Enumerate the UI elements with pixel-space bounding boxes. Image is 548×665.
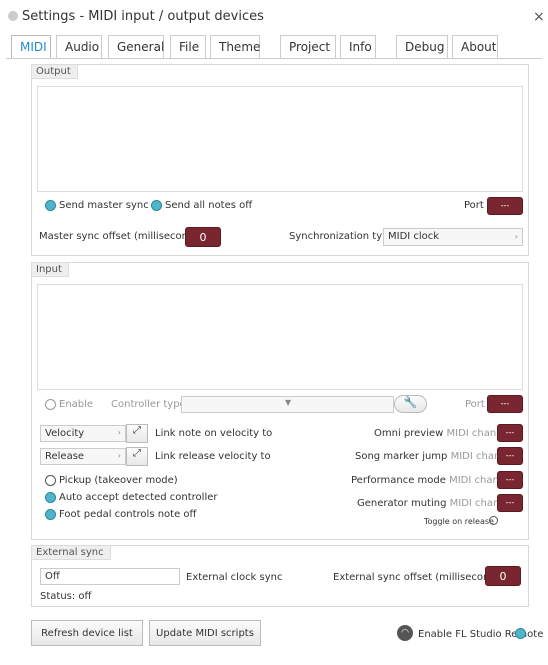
link-note-button[interactable]: ⤢: [126, 424, 148, 443]
tab-theme[interactable]: Theme: [210, 35, 260, 59]
tab-about[interactable]: About: [452, 35, 498, 59]
release-select[interactable]: Release ›: [40, 448, 126, 465]
dropdown-arrow-icon: ▼: [285, 398, 292, 407]
sync-type-label: Synchronization type: [289, 231, 395, 242]
tab-file[interactable]: File: [170, 35, 206, 59]
send-master-sync-radio[interactable]: [45, 200, 56, 211]
pickup-radio[interactable]: [45, 475, 56, 486]
external-clock-select[interactable]: Off: [40, 568, 180, 585]
output-device-list[interactable]: [37, 86, 523, 192]
link-release-button[interactable]: ⤢: [126, 447, 148, 466]
enable-remote-radio[interactable]: [515, 628, 526, 639]
omni-preview-channel[interactable]: ---: [497, 424, 523, 442]
tab-project[interactable]: Project: [280, 35, 336, 59]
chevron-right-icon: ›: [117, 428, 121, 437]
close-button[interactable]: ×: [533, 9, 545, 25]
output-port-label: Port: [464, 200, 484, 211]
tab-divider: [6, 58, 542, 59]
performance-mode-label: Performance mode MIDI channel: [351, 475, 515, 486]
app-icon: [8, 11, 18, 21]
master-sync-offset-label: Master sync offset (milliseconds): [39, 231, 204, 242]
output-port-selector[interactable]: ---: [487, 197, 523, 215]
remote-wifi-icon: ◠: [397, 625, 413, 641]
wrench-icon: 🔧: [403, 396, 418, 409]
input-label: Input: [31, 262, 69, 277]
tab-info[interactable]: Info: [340, 35, 376, 59]
auto-accept-radio[interactable]: [45, 492, 56, 503]
tab-debug[interactable]: Debug: [396, 35, 448, 59]
controller-type-select[interactable]: ▼: [181, 396, 394, 413]
external-sync-status: Status: off: [40, 591, 92, 602]
link-icon: ⤢: [133, 425, 141, 436]
window-title: Settings - MIDI input / output devices: [22, 9, 264, 24]
external-sync-offset-knob[interactable]: 0: [485, 566, 521, 586]
tab-general[interactable]: General: [108, 35, 164, 59]
foot-pedal-radio[interactable]: [45, 509, 56, 520]
input-port-selector[interactable]: ---: [487, 395, 523, 413]
send-all-notes-off-radio[interactable]: [151, 200, 162, 211]
tab-audio[interactable]: Audio: [56, 35, 102, 59]
song-marker-jump-label: Song marker jump MIDI channel: [355, 451, 516, 462]
toggle-on-release-radio[interactable]: [489, 516, 498, 525]
refresh-device-list-button[interactable]: Refresh device list: [31, 620, 143, 646]
song-marker-jump-channel[interactable]: ---: [497, 447, 523, 465]
input-port-label: Port: [465, 399, 485, 410]
controller-type-label: Controller type: [111, 399, 186, 410]
output-label: Output: [31, 64, 78, 79]
omni-preview-label: Omni preview MIDI channel: [374, 428, 512, 439]
link-release-label: Link release velocity to: [155, 451, 271, 462]
external-sync-offset-label: External sync offset (milliseconds): [333, 572, 505, 583]
external-sync-label: External sync: [31, 545, 111, 560]
tab-midi[interactable]: MIDI: [11, 35, 51, 59]
link-note-label: Link note on velocity to: [155, 428, 273, 439]
performance-mode-channel[interactable]: ---: [497, 471, 523, 489]
input-device-list[interactable]: [37, 284, 523, 390]
send-master-sync-label: Send master sync: [59, 200, 149, 211]
link-icon: ⤢: [133, 448, 141, 459]
toggle-on-release-label: Toggle on release: [424, 517, 494, 526]
generator-muting-label: Generator muting MIDI channel: [357, 498, 515, 509]
enable-radio[interactable]: [45, 399, 56, 410]
send-all-notes-off-label: Send all notes off: [165, 200, 253, 211]
sync-type-select[interactable]: MIDI clock ›: [383, 228, 523, 246]
auto-accept-label: Auto accept detected controller: [59, 492, 218, 503]
update-midi-scripts-button[interactable]: Update MIDI scripts: [149, 620, 261, 646]
pickup-label: Pickup (takeover mode): [59, 475, 178, 486]
generator-muting-channel[interactable]: ---: [497, 494, 523, 512]
chevron-right-icon: ›: [514, 232, 518, 241]
controller-settings-button[interactable]: 🔧: [394, 395, 427, 413]
foot-pedal-label: Foot pedal controls note off: [59, 509, 197, 520]
chevron-right-icon: ›: [117, 451, 121, 460]
external-clock-label: External clock sync: [186, 572, 283, 583]
velocity-select[interactable]: Velocity ›: [40, 425, 126, 442]
master-sync-offset-knob[interactable]: 0: [185, 227, 221, 247]
enable-label: Enable: [59, 399, 94, 410]
